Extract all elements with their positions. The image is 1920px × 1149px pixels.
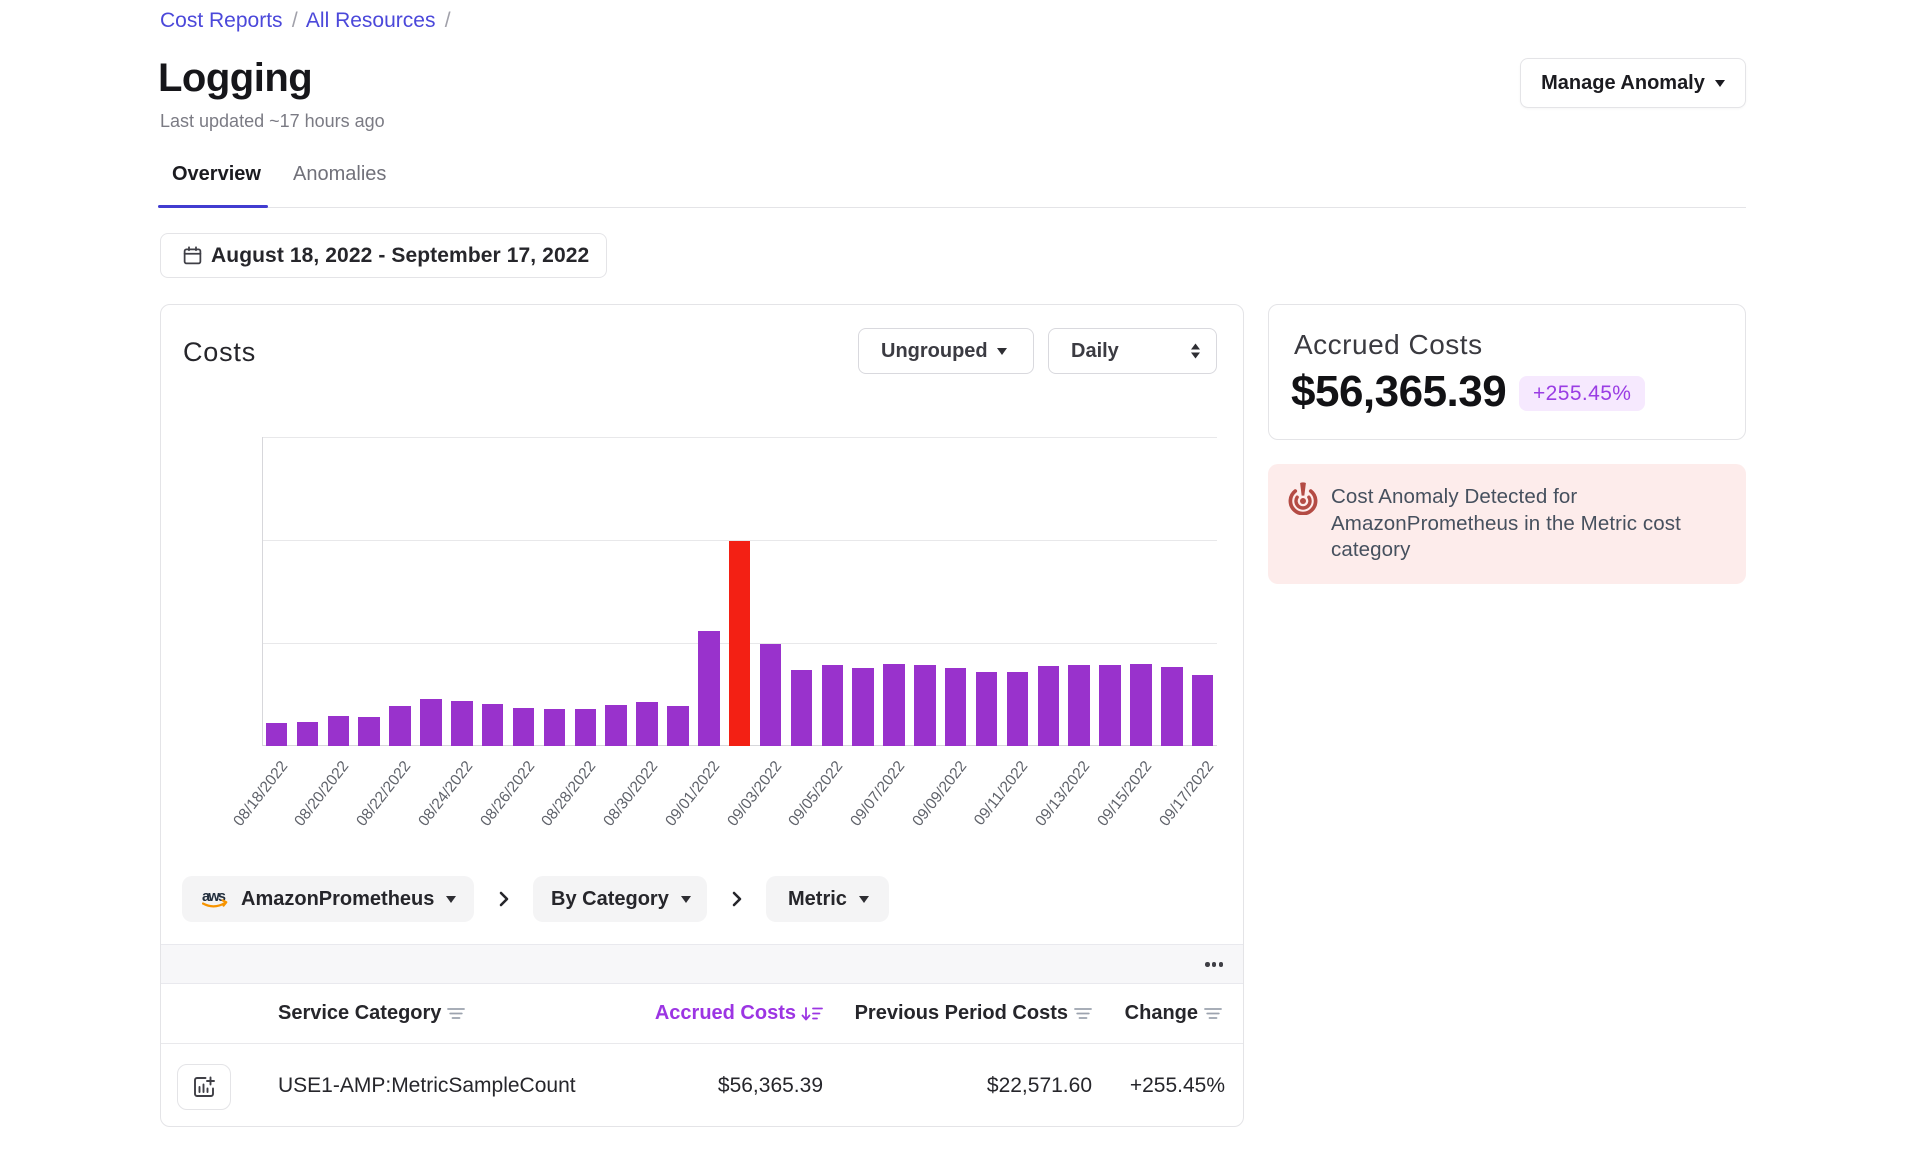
svg-text:aws: aws [202, 889, 226, 905]
